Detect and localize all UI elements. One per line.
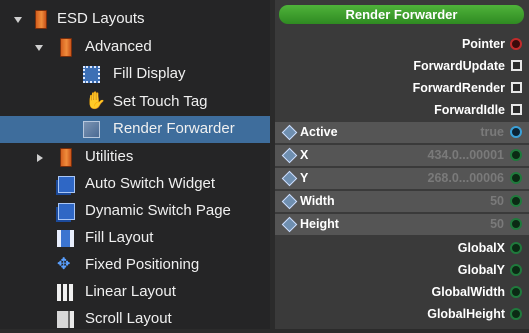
output-port-row: GlobalX — [275, 238, 529, 259]
input-port-label: X — [300, 148, 309, 162]
tree-item-label: Scroll Layout — [85, 310, 172, 327]
output-port-row: ForwardIdle — [275, 100, 529, 121]
input-port-label: Active — [300, 125, 338, 139]
render-forwarder-icon — [83, 121, 100, 138]
tree-item-label: Fill Display — [113, 65, 186, 82]
tree-item-label: Fill Layout — [85, 229, 154, 246]
output-port-row: ForwardRender — [275, 78, 529, 99]
render-forwarder-node[interactable]: Render Forwarder Pointer ForwardUpdate F… — [275, 0, 529, 329]
input-port-value[interactable]: 50 — [490, 194, 504, 208]
fixed-positioning-icon: ✥ — [57, 256, 71, 273]
node-title[interactable]: Render Forwarder — [279, 5, 524, 24]
output-circle-icon[interactable] — [510, 308, 522, 320]
input-port-label: Width — [300, 194, 335, 208]
tree-item-label: Linear Layout — [85, 283, 176, 300]
input-port-value[interactable]: true — [480, 125, 504, 139]
input-port-row[interactable]: Height 50 — [275, 214, 529, 235]
output-port-label: Pointer — [461, 37, 505, 51]
tree-item-label: Utilities — [85, 148, 134, 165]
tree-item-auto-switch-widget[interactable]: Auto Switch Widget — [0, 171, 270, 198]
output-port-label: ForwardIdle — [434, 103, 505, 117]
output-circle-icon[interactable] — [510, 126, 522, 138]
tree-item-fill-layout[interactable]: Fill Layout — [0, 225, 270, 252]
scroll-layout-icon — [57, 311, 74, 328]
fill-layout-icon — [57, 230, 74, 247]
event-port-icon[interactable] — [511, 104, 522, 115]
tree-item-label: ESD Layouts — [57, 10, 145, 27]
tree-item-dynamic-switch-page[interactable]: Dynamic Switch Page — [0, 198, 270, 225]
output-circle-icon[interactable] — [510, 218, 522, 230]
tree-item-label: Render Forwarder — [113, 120, 235, 137]
output-port-label: ForwardRender — [412, 81, 505, 95]
widget-icon — [58, 203, 75, 220]
output-circle-icon[interactable] — [510, 172, 522, 184]
linear-layout-icon — [57, 284, 74, 301]
input-diamond-icon[interactable] — [281, 216, 298, 233]
output-port-row: ForwardUpdate — [275, 56, 529, 77]
input-diamond-icon[interactable] — [281, 147, 298, 164]
tree-item-label: Advanced — [85, 38, 152, 55]
output-circle-icon[interactable] — [510, 149, 522, 161]
expand-arrow-icon[interactable] — [35, 45, 43, 51]
output-port-row: GlobalHeight — [275, 304, 529, 325]
tree-item-render-forwarder[interactable]: Render Forwarder — [0, 116, 270, 143]
expand-arrow-icon[interactable] — [14, 17, 22, 23]
touch-hand-icon: ✋ — [85, 91, 107, 110]
folder-icon — [35, 10, 47, 29]
output-circle-icon[interactable] — [510, 195, 522, 207]
output-circle-icon[interactable] — [510, 264, 522, 276]
tree-item-fixed-positioning[interactable]: ✥ Fixed Positioning — [0, 252, 270, 279]
output-circle-icon[interactable] — [510, 242, 522, 254]
output-port-label: GlobalY — [457, 263, 505, 277]
output-port-label: GlobalX — [457, 241, 505, 255]
folder-icon — [60, 38, 72, 57]
input-diamond-icon[interactable] — [281, 170, 298, 187]
input-port-value[interactable]: 268.0...00006 — [428, 171, 504, 185]
input-diamond-icon[interactable] — [281, 193, 298, 210]
tree-item-set-touch-tag[interactable]: ✋ Set Touch Tag — [0, 89, 270, 116]
event-port-icon[interactable] — [511, 60, 522, 71]
tree-item-label: Set Touch Tag — [113, 93, 208, 110]
tree-item-label: Fixed Positioning — [85, 256, 200, 273]
tree-item-esd-layouts[interactable]: ESD Layouts — [0, 6, 270, 33]
input-port-row[interactable]: Width 50 — [275, 191, 529, 212]
output-circle-icon[interactable] — [510, 286, 522, 298]
input-diamond-icon[interactable] — [281, 124, 298, 141]
output-port-label: GlobalWidth — [431, 285, 506, 299]
input-port-row[interactable]: Y 268.0...00006 — [275, 168, 529, 189]
tree-item-advanced[interactable]: Advanced — [0, 34, 270, 61]
input-port-row[interactable]: Active true — [275, 122, 529, 143]
output-port-row: GlobalWidth — [275, 282, 529, 303]
layout-tree-panel: ESD Layouts Advanced Fill Display ✋ Set … — [0, 0, 270, 329]
tree-item-utilities[interactable]: Utilities — [0, 144, 270, 171]
event-port-icon[interactable] — [511, 82, 522, 93]
input-port-label: Height — [300, 217, 339, 231]
input-port-row[interactable]: X 434.0...00001 — [275, 145, 529, 166]
folder-icon — [60, 148, 72, 167]
widget-icon — [58, 176, 75, 193]
input-port-value[interactable]: 434.0...00001 — [428, 148, 504, 162]
tree-item-fill-display[interactable]: Fill Display — [0, 61, 270, 88]
fill-display-icon — [83, 66, 100, 83]
output-port-label: ForwardUpdate — [413, 59, 505, 73]
output-port-row: GlobalY — [275, 260, 529, 281]
output-port-label: GlobalHeight — [427, 307, 505, 321]
input-port-value[interactable]: 50 — [490, 217, 504, 231]
pointer-port-icon[interactable] — [510, 38, 522, 50]
input-port-label: Y — [300, 171, 309, 185]
output-port-row: Pointer — [275, 34, 529, 55]
tree-item-label: Auto Switch Widget — [85, 175, 216, 192]
tree-item-linear-layout[interactable]: Linear Layout — [0, 279, 270, 306]
tree-item-label: Dynamic Switch Page — [85, 202, 231, 219]
collapse-arrow-icon[interactable] — [37, 154, 43, 162]
